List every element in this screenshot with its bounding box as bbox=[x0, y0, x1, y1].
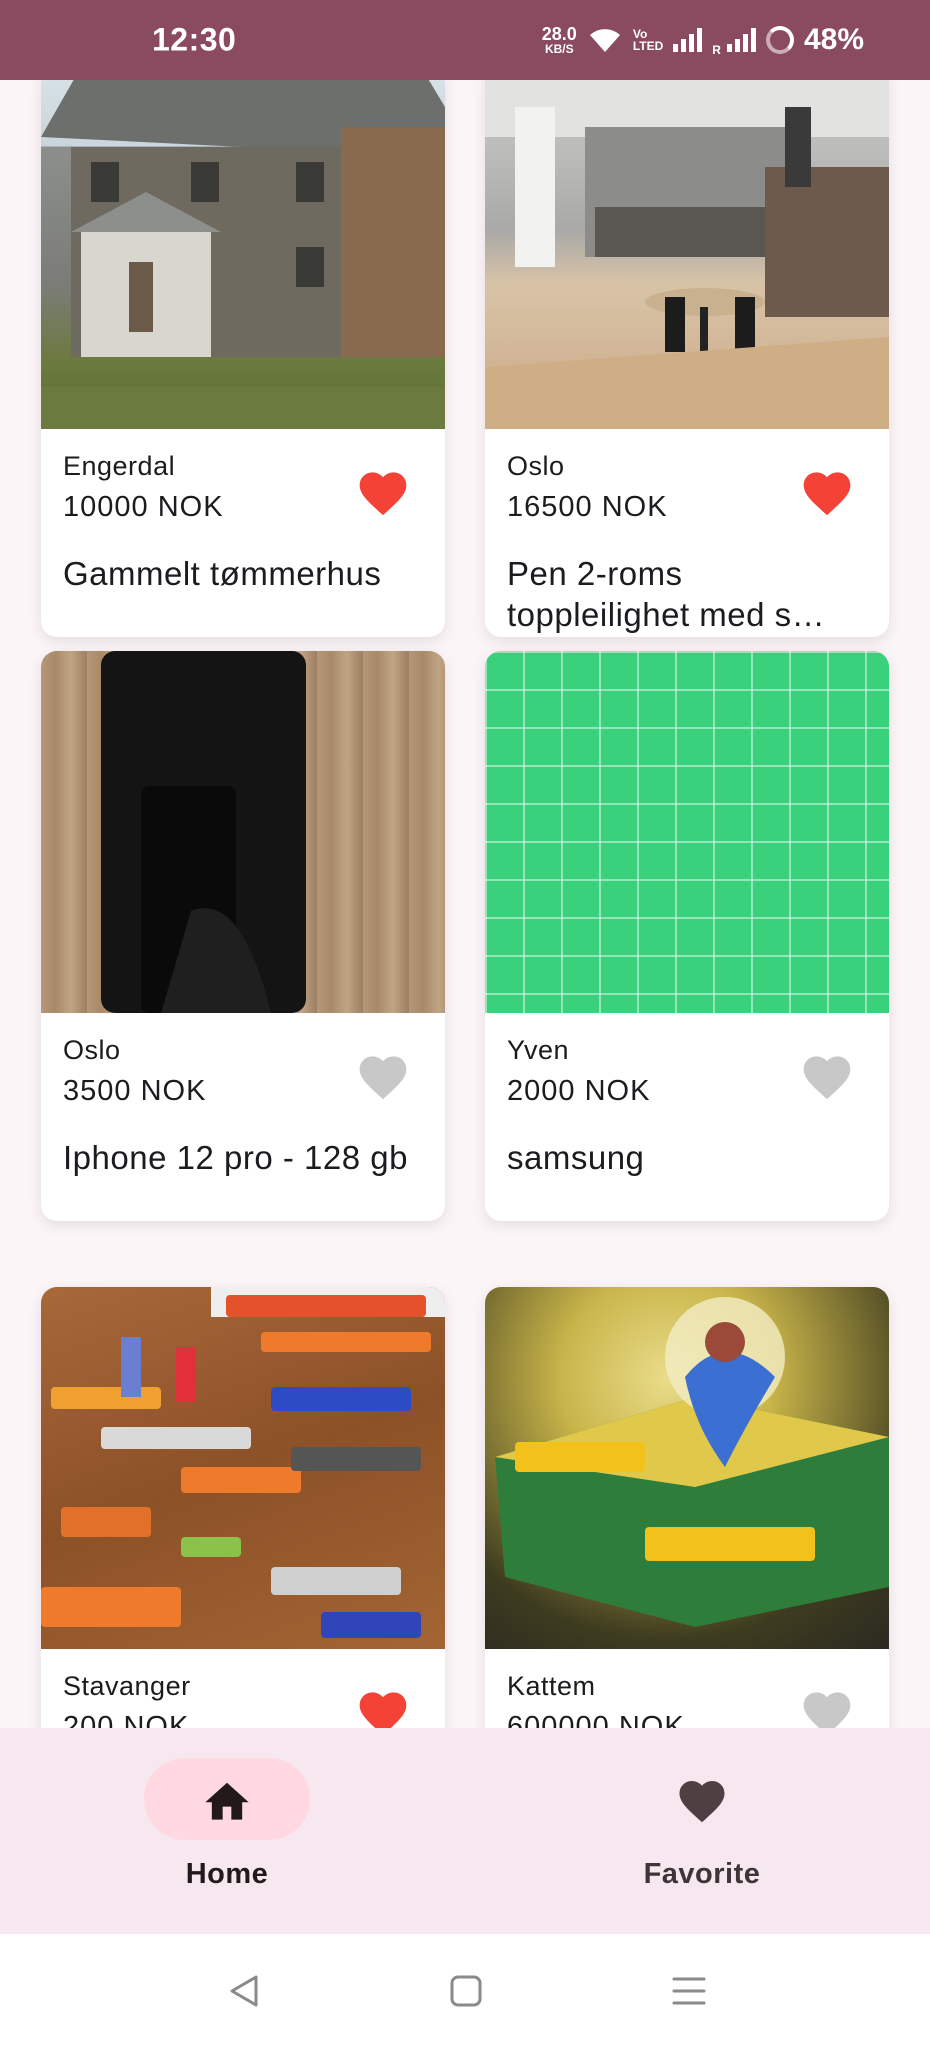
listing-location: Oslo bbox=[507, 451, 565, 481]
status-time: 12:30 bbox=[152, 21, 237, 58]
favorite-heart-icon[interactable] bbox=[355, 1685, 411, 1728]
favorite-heart-icon[interactable] bbox=[355, 465, 411, 517]
nav-home[interactable]: Home bbox=[97, 1758, 357, 1891]
system-navigation-bar bbox=[0, 1934, 930, 2048]
listing-location: Stavanger bbox=[63, 1671, 191, 1701]
listing-image-apartment-kitchen[interactable] bbox=[485, 80, 889, 429]
favorite-heart-icon[interactable] bbox=[355, 1049, 411, 1101]
listing-card[interactable]: Engerdal 10000 NOK Gammelt tømmerhus bbox=[41, 80, 445, 637]
listing-info: Yven 2000 NOK samsung bbox=[485, 1013, 889, 1221]
system-home-button[interactable] bbox=[439, 1964, 493, 2018]
volte-bottom: LTED bbox=[632, 39, 664, 53]
square-home-icon bbox=[450, 1975, 482, 2007]
back-triangle-icon bbox=[230, 1975, 258, 2007]
bottom-navigation: Home Favorite bbox=[0, 1728, 930, 1934]
listing-card[interactable]: Yven 2000 NOK samsung bbox=[485, 651, 889, 1221]
listing-info: Stavanger 200 NOK bbox=[41, 1649, 445, 1728]
listing-image-toy-blasters[interactable] bbox=[41, 1287, 445, 1649]
listing-image-old-wooden-house[interactable] bbox=[41, 80, 445, 429]
listing-price: 600000 NOK bbox=[507, 1711, 685, 1728]
listing-title: Gammelt tømmerhus bbox=[63, 555, 382, 592]
listing-location: Engerdal bbox=[63, 451, 176, 481]
listing-location: Kattem bbox=[507, 1671, 596, 1701]
network-speed-unit: KB/S bbox=[544, 42, 574, 56]
listing-info: Kattem 600000 NOK bbox=[485, 1649, 889, 1728]
listing-location: Oslo bbox=[63, 1035, 121, 1065]
favorite-heart-icon[interactable] bbox=[799, 1049, 855, 1101]
menu-lines-icon bbox=[672, 1977, 706, 2005]
listing-image-green-grid-placeholder[interactable] bbox=[485, 651, 889, 1013]
battery-percent: 48% bbox=[803, 23, 864, 56]
listing-image-pokemon-box[interactable] bbox=[485, 1287, 889, 1649]
listing-price: 2000 NOK bbox=[507, 1075, 651, 1107]
listing-price: 3500 NOK bbox=[63, 1075, 207, 1107]
network-speed: 28.0 KB/S bbox=[542, 25, 577, 55]
roaming-indicator: R bbox=[712, 43, 721, 57]
listing-card[interactable]: Oslo 3500 NOK Iphone 12 pro - 128 gb bbox=[41, 651, 445, 1221]
system-back-button[interactable] bbox=[217, 1964, 271, 2018]
listing-grid[interactable]: Engerdal 10000 NOK Gammelt tømmerhus Osl… bbox=[0, 80, 930, 1728]
heart-icon bbox=[679, 1781, 725, 1823]
nav-favorite-indicator[interactable] bbox=[619, 1758, 785, 1840]
signal-icon-2 bbox=[726, 28, 756, 52]
listing-info: Oslo 16500 NOK Pen 2-roms toppleilighet … bbox=[485, 429, 889, 637]
battery-icon bbox=[765, 26, 794, 54]
status-bar: 12:30 28.0 KB/S Vo LTED R 48% bbox=[0, 0, 930, 80]
favorite-heart-icon[interactable] bbox=[799, 1685, 855, 1728]
listing-info: Engerdal 10000 NOK Gammelt tømmerhus bbox=[41, 429, 445, 637]
listing-card[interactable]: Kattem 600000 NOK bbox=[485, 1287, 889, 1728]
listing-title: samsung bbox=[507, 1139, 645, 1176]
network-speed-value: 28.0 bbox=[541, 24, 577, 44]
favorite-heart-icon[interactable] bbox=[799, 465, 855, 517]
status-icons: 28.0 KB/S Vo LTED R 48% bbox=[542, 23, 864, 57]
nav-home-indicator[interactable] bbox=[144, 1758, 310, 1840]
listing-price: 200 NOK bbox=[63, 1711, 190, 1728]
listing-price: 16500 NOK bbox=[507, 491, 668, 523]
nav-home-label: Home bbox=[185, 1858, 269, 1890]
system-menu-button[interactable] bbox=[662, 1964, 716, 2018]
nav-favorite[interactable]: Favorite bbox=[572, 1758, 832, 1891]
listing-info: Oslo 3500 NOK Iphone 12 pro - 128 gb bbox=[41, 1013, 445, 1221]
wifi-icon bbox=[589, 29, 620, 52]
listing-title: Iphone 12 pro - 128 gb bbox=[63, 1139, 408, 1176]
listing-title: Pen 2-roms toppleilighet med s… bbox=[507, 555, 826, 633]
volte-icon: Vo LTED bbox=[633, 28, 663, 52]
listing-card[interactable]: Oslo 16500 NOK Pen 2-roms toppleilighet … bbox=[485, 80, 889, 637]
listing-price: 10000 NOK bbox=[63, 491, 224, 523]
listing-card[interactable]: Stavanger 200 NOK bbox=[41, 1287, 445, 1728]
signal-icon-1 bbox=[673, 28, 703, 52]
listing-image-phone-on-wood[interactable] bbox=[41, 651, 445, 1013]
home-icon bbox=[205, 1782, 249, 1820]
nav-favorite-label: Favorite bbox=[643, 1858, 761, 1890]
listing-location: Yven bbox=[507, 1035, 570, 1065]
